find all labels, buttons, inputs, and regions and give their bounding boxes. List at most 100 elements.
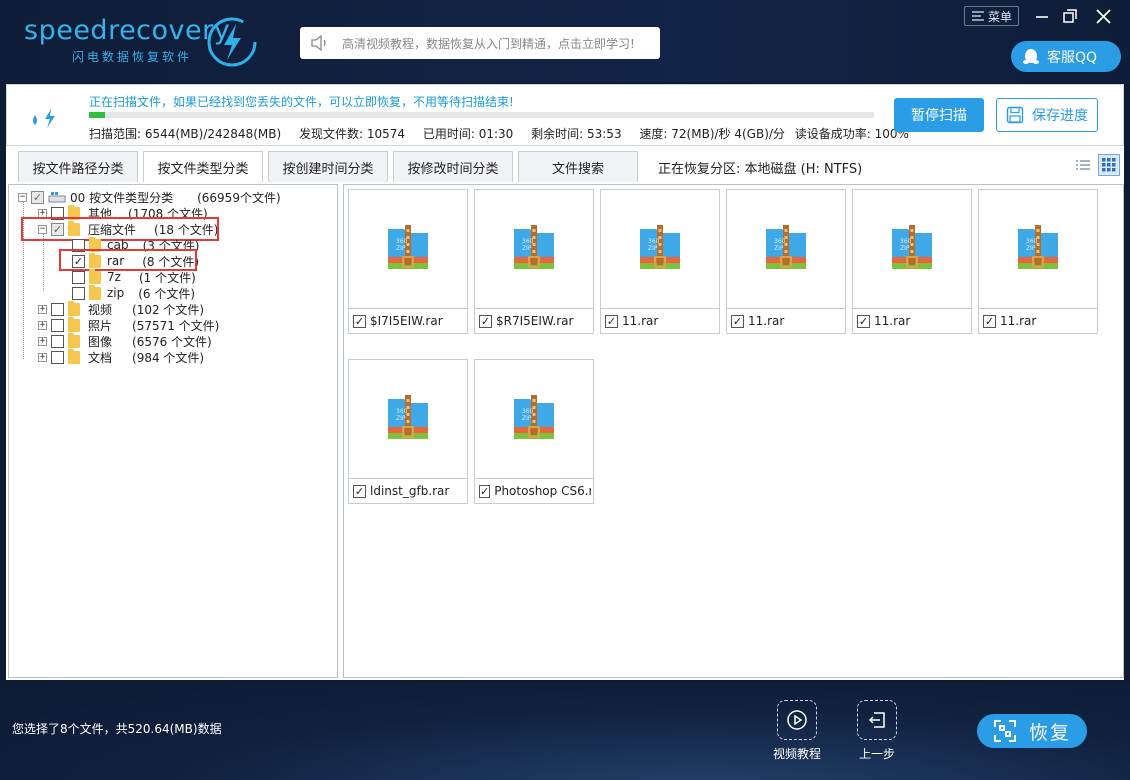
checkbox[interactable] bbox=[51, 318, 64, 332]
file-checkbox[interactable]: ✓ bbox=[983, 314, 996, 328]
tree-item-documents[interactable]: + 文档 (984 个文件) bbox=[38, 348, 205, 365]
svg-text:360: 360 bbox=[396, 238, 408, 245]
tab-by-modified-time[interactable]: 按修改时间分类 bbox=[393, 151, 513, 182]
collapse-toggle[interactable]: − bbox=[18, 192, 27, 202]
checkbox[interactable] bbox=[51, 334, 64, 348]
tab-file-search[interactable]: 文件搜索 bbox=[518, 151, 638, 182]
tree-item-7z[interactable]: 7z (1 个文件) bbox=[72, 268, 196, 285]
list-view-icon bbox=[1076, 160, 1090, 170]
scanning-icon bbox=[33, 109, 55, 128]
checkbox[interactable] bbox=[72, 270, 85, 284]
scan-message: 正在扫描文件，如果已经找到您丢失的文件，可以立即恢复，不用等待扫描结束! bbox=[89, 95, 514, 109]
checkbox[interactable] bbox=[51, 302, 64, 316]
file-name: $I7I5EIW.rar bbox=[370, 314, 443, 328]
back-arrow-icon bbox=[857, 700, 897, 740]
file-caption: ✓ 11.rar bbox=[857, 314, 969, 328]
menu-button[interactable]: 菜单 bbox=[964, 6, 1019, 26]
tab-by-path[interactable]: 按文件路径分类 bbox=[18, 151, 138, 182]
tab-by-created-time[interactable]: 按创建时间分类 bbox=[268, 151, 388, 182]
file-checkbox[interactable]: ✓ bbox=[353, 314, 366, 328]
read-success-rate: 读设备成功率: 100% bbox=[794, 127, 909, 141]
zip-archive-icon: 360 ZIP bbox=[853, 190, 971, 309]
play-icon bbox=[777, 700, 817, 740]
tree-root[interactable]: − ✓ 00 按文件类型分类 (66959个文件) bbox=[18, 189, 281, 205]
file-card[interactable]: 360 ZIP ✓ $I7I5EIW.rar bbox=[348, 189, 468, 334]
tutorial-search-bar[interactable]: 高清视频教程，数据恢复从入门到精通，点击立即学习! bbox=[300, 27, 660, 59]
svg-text:ZIP: ZIP bbox=[396, 415, 406, 422]
svg-text:ZIP: ZIP bbox=[1026, 245, 1036, 252]
maximize-icon bbox=[1063, 9, 1077, 23]
file-card[interactable]: 360 ZIP ✓ 11.rar bbox=[852, 189, 972, 334]
file-checkbox[interactable]: ✓ bbox=[479, 314, 492, 328]
file-checkbox[interactable]: ✓ bbox=[731, 314, 744, 328]
file-caption: ✓ 11.rar bbox=[605, 314, 717, 328]
tree-label: 图像 bbox=[88, 334, 113, 349]
tree-count: (1 个文件) bbox=[138, 270, 196, 285]
close-button[interactable] bbox=[1091, 4, 1115, 28]
file-card[interactable]: 360 ZIP ✓ 11.rar bbox=[600, 189, 720, 334]
svg-text:360: 360 bbox=[900, 238, 912, 245]
file-card[interactable]: 360 ZIP ✓ ldinst_gfb.rar bbox=[348, 359, 468, 504]
tree-item-images[interactable]: + 图像 (6576 个文件) bbox=[38, 332, 212, 349]
checkbox[interactable]: ✓ bbox=[31, 190, 44, 204]
recover-icon bbox=[993, 720, 1016, 742]
expand-toggle[interactable]: + bbox=[38, 304, 47, 314]
file-card[interactable]: 360 ZIP ✓ Photoshop CS6.rar bbox=[474, 359, 594, 504]
save-progress-button[interactable]: 保存进度 bbox=[996, 98, 1098, 132]
file-caption: ✓ Photoshop CS6.rar bbox=[479, 484, 591, 498]
zip-archive-icon: 360 ZIP bbox=[475, 360, 593, 479]
video-tutorial-button[interactable]: 视频教程 bbox=[767, 700, 827, 762]
file-card[interactable]: 360 ZIP ✓ $R7I5EIW.rar bbox=[474, 189, 594, 334]
file-checkbox[interactable]: ✓ bbox=[479, 484, 491, 498]
drive-icon bbox=[48, 192, 66, 203]
tree-item-video[interactable]: + 视频 (102 个文件) bbox=[38, 300, 204, 317]
folder-icon bbox=[68, 348, 80, 364]
svg-text:360: 360 bbox=[396, 408, 408, 415]
tree-count: (66959个文件) bbox=[197, 190, 281, 205]
recover-button[interactable]: 恢复 bbox=[977, 714, 1087, 748]
tree-label: 视频 bbox=[88, 302, 113, 317]
grid-view-icon bbox=[1102, 158, 1116, 172]
file-checkbox[interactable]: ✓ bbox=[605, 314, 618, 328]
qq-label: 客服QQ bbox=[1047, 49, 1098, 66]
svg-text:360: 360 bbox=[522, 238, 534, 245]
back-button[interactable]: 上一步 bbox=[847, 700, 907, 762]
file-card[interactable]: 360 ZIP ✓ 11.rar bbox=[978, 189, 1098, 334]
file-card[interactable]: 360 ZIP ✓ 11.rar bbox=[726, 189, 846, 334]
tree-item-photos[interactable]: + 照片 (57571 个文件) bbox=[38, 316, 220, 333]
checkbox[interactable] bbox=[72, 286, 85, 300]
expand-toggle[interactable]: + bbox=[38, 352, 47, 362]
lightning-logo-icon bbox=[207, 17, 257, 67]
main-content: − ✓ 00 按文件类型分类 (66959个文件) + 其他 (1708 个文件… bbox=[6, 182, 1124, 680]
file-checkbox[interactable]: ✓ bbox=[857, 314, 870, 328]
file-caption: ✓ 11.rar bbox=[983, 314, 1095, 328]
folder-icon bbox=[89, 268, 101, 284]
pause-scan-button[interactable]: 暂停扫描 bbox=[894, 98, 984, 132]
tree-count: (6 个文件) bbox=[138, 286, 196, 301]
file-checkbox[interactable]: ✓ bbox=[353, 484, 366, 498]
file-name: 11.rar bbox=[748, 314, 785, 328]
maximize-button[interactable] bbox=[1058, 4, 1082, 28]
tree-count: (984 个文件) bbox=[132, 350, 205, 365]
expand-toggle[interactable]: + bbox=[38, 336, 47, 346]
file-name: 11.rar bbox=[1000, 314, 1037, 328]
tab-by-type[interactable]: 按文件类型分类 bbox=[143, 151, 263, 183]
grid-view-button[interactable] bbox=[1098, 154, 1120, 176]
scan-progress-fill bbox=[89, 112, 105, 118]
file-caption: ✓ $R7I5EIW.rar bbox=[479, 314, 591, 328]
folder-icon bbox=[68, 332, 80, 348]
file-name: Photoshop CS6.rar bbox=[494, 484, 591, 498]
checkbox[interactable] bbox=[51, 350, 64, 364]
tree-count: (57571 个文件) bbox=[132, 318, 220, 333]
svg-text:360: 360 bbox=[522, 408, 534, 415]
tabs-bar: 按文件路径分类 按文件类型分类 按创建时间分类 按修改时间分类 文件搜索 正在恢… bbox=[6, 146, 1124, 183]
tree-item-zip[interactable]: zip (6 个文件) bbox=[72, 284, 196, 301]
list-view-button[interactable] bbox=[1072, 154, 1094, 176]
file-name: 11.rar bbox=[622, 314, 659, 328]
zip-archive-icon: 360 ZIP bbox=[979, 190, 1097, 309]
zip-archive-icon: 360 ZIP bbox=[601, 190, 719, 309]
svg-text:ZIP: ZIP bbox=[522, 245, 532, 252]
minimize-button[interactable] bbox=[1030, 4, 1054, 28]
expand-toggle[interactable]: + bbox=[38, 320, 47, 330]
qq-support-button[interactable]: 客服QQ bbox=[1011, 41, 1121, 72]
